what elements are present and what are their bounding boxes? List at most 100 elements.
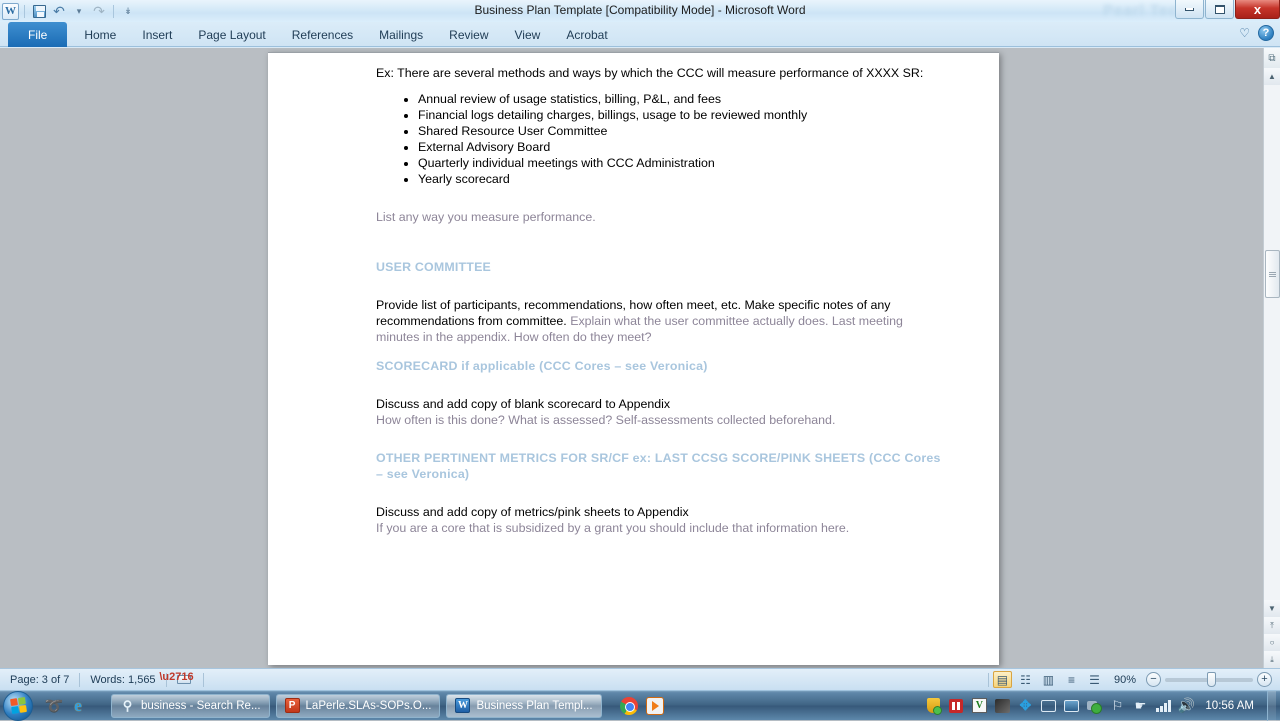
heading-other-metrics: OTHER PERTINENT METRICS FOR SR/CF ex: LA… [376,450,943,482]
tab-insert[interactable]: Insert [129,22,185,47]
spacer [376,225,943,259]
status-page-indicator[interactable]: Page: 3 of 7 [0,671,79,689]
spacer [376,187,943,209]
heart-icon[interactable]: ♡ [1239,26,1250,40]
word-application-window: W ↶ ▾ ↷ ↡ Pearl Tech Business Plan Templ… [0,0,1280,690]
measure-methods-list: Annual review of usage statistics, billi… [376,91,943,187]
volume-icon[interactable]: 🔊 [1178,698,1194,714]
scrollbar-thumb[interactable] [1265,250,1280,298]
word-icon: W [455,698,470,713]
black-tool-icon[interactable] [994,698,1010,714]
scrollbar-bottom-controls: ▼ ⤒ ○ ⤓ [1264,600,1280,668]
vertical-scrollbar[interactable]: ⧉ ▲ ▼ ⤒ ○ ⤓ [1263,48,1280,668]
select-browse-object-icon[interactable]: ⧉ [1264,48,1280,68]
tab-references[interactable]: References [279,22,366,47]
help-icon[interactable]: ? [1258,25,1274,41]
remote-display-icon[interactable] [1063,698,1079,714]
paragraph-scorecard-hint: How often is this done? What is assessed… [376,412,943,428]
document-body[interactable]: Ex: There are several methods and ways b… [376,65,943,536]
status-divider [988,673,989,687]
window-controls: x [1174,0,1280,20]
close-button[interactable]: x [1235,0,1280,19]
windows-logo-icon [10,697,27,714]
status-page-label: Page: 3 of 7 [10,674,69,686]
taskbar-item-label: Business Plan Templ... [476,700,592,712]
vlc-icon[interactable] [644,695,666,717]
hand-pointer-icon[interactable]: ☛ [1132,698,1148,714]
taskbar-item-browser-search[interactable]: ⚲ business - Search Re... [111,694,270,718]
hint-list-any-way: List any way you measure performance. [376,209,943,225]
security-shield-icon[interactable] [925,698,941,714]
bluetooth-icon[interactable]: ✥ [1017,698,1033,714]
scrollbar-track[interactable] [1264,85,1280,600]
tab-home[interactable]: Home [71,22,129,47]
internet-explorer-icon[interactable]: e [67,694,89,718]
search-icon: ⚲ [120,698,135,713]
heading-scorecard: SCORECARD if applicable (CCC Cores – see… [376,358,943,374]
windows-taskbar: ➰ e ⚲ business - Search Re... P LaPerle.… [0,690,1280,720]
next-page-button[interactable]: ⤓ [1264,651,1280,668]
view-draft-button[interactable]: ☰ [1085,671,1104,688]
scroll-up-arrow[interactable]: ▲ [1264,68,1280,85]
restore-icon [1215,5,1225,14]
document-page[interactable]: Ex: There are several methods and ways b… [268,52,999,665]
spacer [376,275,943,297]
status-bar: Page: 3 of 7 Words: 1,565 \u2716 ▤ ☷ ▥ ≡… [0,668,1280,690]
status-view-controls: ▤ ☷ ▥ ≡ ☰ 90% − + [988,671,1280,688]
list-item: Yearly scorecard [418,171,943,187]
taskbar-pinned-apps [618,695,666,717]
ribbon-tab-bar: File Home Insert Page Layout References … [0,22,1280,47]
heading-user-committee: USER COMMITTEE [376,259,943,275]
window-title: Business Plan Template [Compatibility Mo… [0,3,1280,17]
restore-button[interactable] [1205,0,1234,19]
paragraph-scorecard-black: Discuss and add copy of blank scorecard … [376,396,943,412]
taskbar-item-label: LaPerle.SLAs-SOPs.O... [306,700,432,712]
ribbon-right-controls: ♡ ? [1239,25,1274,41]
zoom-out-button[interactable]: − [1146,672,1161,687]
tab-view[interactable]: View [502,22,554,47]
list-item: Shared Resource User Committee [418,123,943,139]
taskbar-item-word[interactable]: W Business Plan Templ... [446,694,601,718]
status-word-count[interactable]: Words: 1,565 [80,671,165,689]
vmware-icon[interactable]: V [971,698,987,714]
zoom-level-label[interactable]: 90% [1108,674,1142,686]
title-bar: W ↶ ▾ ↷ ↡ Pearl Tech Business Plan Templ… [0,0,1280,22]
tab-file[interactable]: File [8,22,67,47]
paragraph-user-committee: Provide list of participants, recommenda… [376,297,943,345]
status-words-label: Words: 1,565 [90,674,155,686]
zoom-in-button[interactable]: + [1257,672,1272,687]
status-divider [203,673,204,687]
tab-page-layout[interactable]: Page Layout [185,22,278,47]
taskbar-item-label: business - Search Re... [141,700,261,712]
scroll-down-arrow[interactable]: ▼ [1264,600,1280,617]
network-monitor-icon[interactable] [1040,698,1056,714]
view-full-screen-reading-button[interactable]: ☷ [1016,671,1035,688]
start-button[interactable] [3,691,33,721]
ribbon-tabs: File Home Insert Page Layout References … [0,22,1280,47]
chrome-icon[interactable] [618,695,640,717]
powerpoint-icon: P [285,698,300,713]
previous-page-button[interactable]: ⤒ [1264,617,1280,634]
minimize-button[interactable] [1175,0,1204,19]
tab-review[interactable]: Review [436,22,501,47]
sync-ok-icon[interactable] [1086,698,1102,714]
action-center-flag-icon[interactable]: ⚐ [1109,698,1125,714]
select-browse-object-button[interactable]: ○ [1264,634,1280,651]
view-print-layout-button[interactable]: ▤ [993,671,1012,688]
document-canvas[interactable]: Ex: There are several methods and ways b… [0,48,1280,668]
show-desktop-swirl-icon[interactable]: ➰ [43,694,65,718]
view-web-layout-button[interactable]: ▥ [1039,671,1058,688]
signal-bars-icon[interactable] [1155,698,1171,714]
zoom-slider-track[interactable] [1165,678,1253,682]
tab-acrobat[interactable]: Acrobat [553,22,620,47]
spacer [376,482,943,504]
proofing-errors-icon[interactable]: \u2716 [167,671,203,689]
zoom-slider-thumb[interactable] [1207,672,1216,687]
taskbar-clock[interactable]: 10:56 AM [1201,700,1260,712]
media-pause-icon[interactable] [948,698,964,714]
show-desktop-button[interactable] [1267,691,1276,721]
tab-mailings[interactable]: Mailings [366,22,436,47]
page-content: Ex: There are several methods and ways b… [268,53,999,536]
view-outline-button[interactable]: ≡ [1062,671,1081,688]
taskbar-item-powerpoint[interactable]: P LaPerle.SLAs-SOPs.O... [276,694,441,718]
